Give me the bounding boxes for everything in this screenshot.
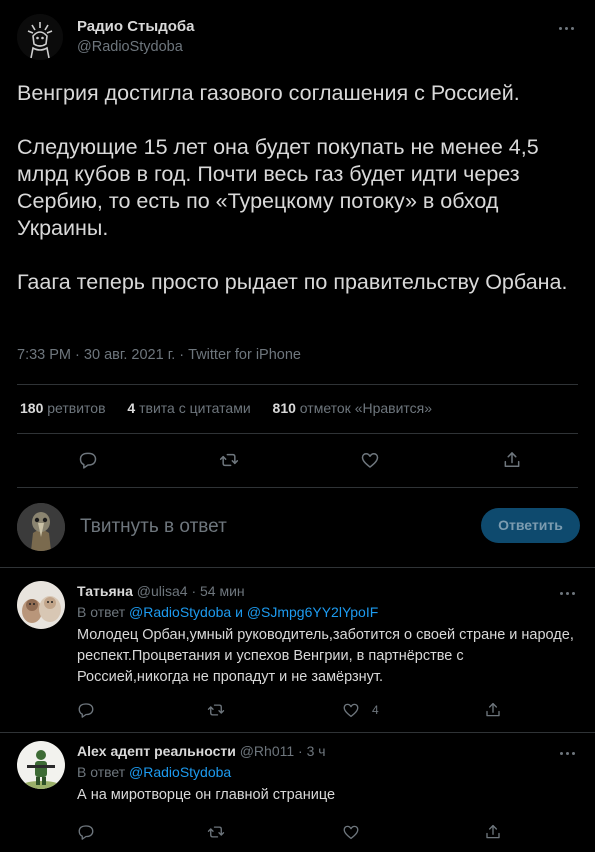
tweet-timestamp[interactable]: 7:33 PM · 30 авг. 2021 г. (17, 347, 175, 363)
tweet-meta: 7:33 PM · 30 авг. 2021 г. · Twitter for … (17, 347, 301, 363)
tweet-actions (0, 445, 595, 475)
author-avatar[interactable] (17, 14, 63, 60)
tweet-paragraph: Гаага теперь просто рыдает по правительс… (17, 270, 568, 294)
divider (17, 487, 578, 488)
retweets-stat[interactable]: 180 ретвитов (20, 400, 124, 416)
reply-author-handle[interactable]: @ulisa4 (137, 583, 188, 599)
like-icon[interactable] (342, 817, 360, 847)
reply-author-name[interactable]: Alex адепт реальности (77, 743, 236, 759)
reply-avatar[interactable] (17, 581, 65, 629)
more-options-icon[interactable] (556, 741, 580, 765)
reply-author-handle[interactable]: @Rh011 (240, 743, 294, 759)
reply-actions: 4 (0, 695, 595, 725)
share-icon[interactable] (484, 695, 502, 725)
reply-actions (0, 817, 595, 847)
reply-header: Татьяна @ulisa4 · 54 мин (77, 583, 245, 599)
more-options-icon[interactable] (556, 581, 580, 605)
likes-stat[interactable]: 810 отметок «Нравится» (273, 400, 451, 416)
tweet-author: Радио Стыдоба @RadioStydoba (17, 11, 579, 61)
reply-time[interactable]: 3 ч (307, 743, 326, 759)
retweet-icon[interactable] (207, 817, 225, 847)
reply-input[interactable]: Твитнуть в ответ (80, 516, 227, 538)
reply-icon[interactable] (78, 445, 98, 475)
retweet-icon[interactable] (207, 695, 225, 725)
author-name[interactable]: Радио Стыдоба (77, 18, 195, 35)
more-options-icon[interactable] (555, 16, 579, 40)
reply-text: Молодец Орбан,умный руководитель,заботит… (77, 627, 574, 685)
reply-header: Alex адепт реальности @Rh011 · 3 ч (77, 743, 326, 759)
replying-to: В ответ @RadioStydoba (77, 764, 232, 780)
divider (17, 384, 578, 385)
reply-avatar[interactable] (17, 741, 65, 789)
like-icon[interactable]: 4 (342, 695, 379, 725)
user-avatar[interactable] (17, 503, 65, 551)
reply-text: А на миротворце он главной странице (77, 787, 336, 803)
like-icon[interactable] (360, 445, 380, 475)
author-handle[interactable]: @RadioStydoba (77, 39, 183, 55)
replying-to: В ответ @RadioStydoba и @SJmpg6YY2lYpoIF (77, 604, 379, 620)
divider (17, 433, 578, 434)
tweet-paragraph: Венгрия достигла газового соглашения с Р… (17, 81, 520, 105)
like-count: 4 (372, 703, 379, 717)
tweet-stats: 180 ретвитов 4 твита с цитатами 810 отме… (20, 400, 450, 416)
tweet-source[interactable]: Twitter for iPhone (188, 347, 301, 363)
reply-icon[interactable] (77, 695, 95, 725)
reply-submit-button[interactable]: Ответить (481, 508, 580, 543)
retweet-icon[interactable] (219, 445, 239, 475)
reply-tweet[interactable]: Alex адепт реальности @Rh011 · 3 ч В отв… (0, 731, 595, 852)
reply-icon[interactable] (77, 817, 95, 847)
reply-time[interactable]: 54 мин (200, 583, 245, 599)
mention-link[interactable]: @SJmpg6YY2lYpoIF (247, 604, 378, 620)
reply-composer: Твитнуть в ответ Ответить (0, 495, 595, 557)
share-icon[interactable] (502, 445, 522, 475)
divider (0, 567, 595, 568)
quotes-stat[interactable]: 4 твита с цитатами (127, 400, 268, 416)
tweet-paragraph: Следующие 15 лет она будет покупать не м… (17, 135, 539, 240)
mention-link[interactable]: @RadioStydoba (129, 604, 231, 620)
reply-author-name[interactable]: Татьяна (77, 583, 133, 599)
tweet-text: Венгрия достигла газового соглашения с Р… (17, 80, 577, 323)
reply-tweet[interactable]: Татьяна @ulisa4 · 54 мин В ответ @RadioS… (0, 571, 595, 731)
mention-link[interactable]: @RadioStydoba (129, 764, 231, 780)
share-icon[interactable] (484, 817, 502, 847)
